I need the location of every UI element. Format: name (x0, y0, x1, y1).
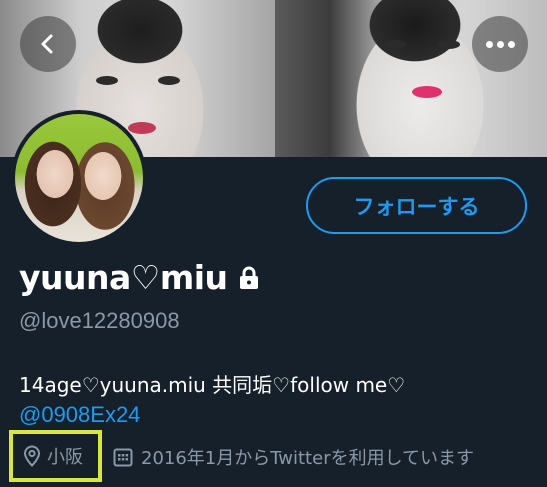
more-horizontal-icon (485, 40, 515, 48)
user-handle: @love12280908 (19, 308, 180, 333)
banner-detail (158, 76, 180, 85)
banner-detail (385, 40, 407, 49)
profile-screen: フォローする yuuna♡miu @love12280908 14age♡yuu… (0, 0, 547, 487)
banner-detail (412, 86, 442, 98)
follow-button[interactable]: フォローする (306, 177, 527, 234)
back-button[interactable] (20, 16, 76, 72)
avatar-image (15, 114, 143, 242)
bio-text: 14age♡yuuna.miu 共同垢♡follow me♡ (19, 373, 406, 397)
joined-date-text: 2016年1月からTwitterを利用しています (141, 448, 475, 469)
chevron-left-icon (41, 34, 53, 54)
avatar[interactable] (11, 110, 147, 246)
joined-date-row: 2016年1月からTwitterを利用しています (113, 444, 474, 470)
location-highlight-box: 小阪 (9, 430, 102, 482)
more-options-button[interactable] (472, 16, 528, 72)
banner-detail (96, 76, 118, 85)
location-text: 小阪 (47, 447, 83, 468)
lock-icon (238, 266, 260, 290)
banner-detail (438, 40, 460, 49)
display-name: yuuna♡miu (19, 258, 228, 297)
bio-mention-link[interactable]: @0908Ex24 (19, 402, 140, 428)
location-pin-icon (23, 445, 41, 467)
display-name-row: yuuna♡miu (19, 258, 260, 297)
calendar-icon (113, 447, 133, 467)
banner-detail (128, 122, 156, 134)
